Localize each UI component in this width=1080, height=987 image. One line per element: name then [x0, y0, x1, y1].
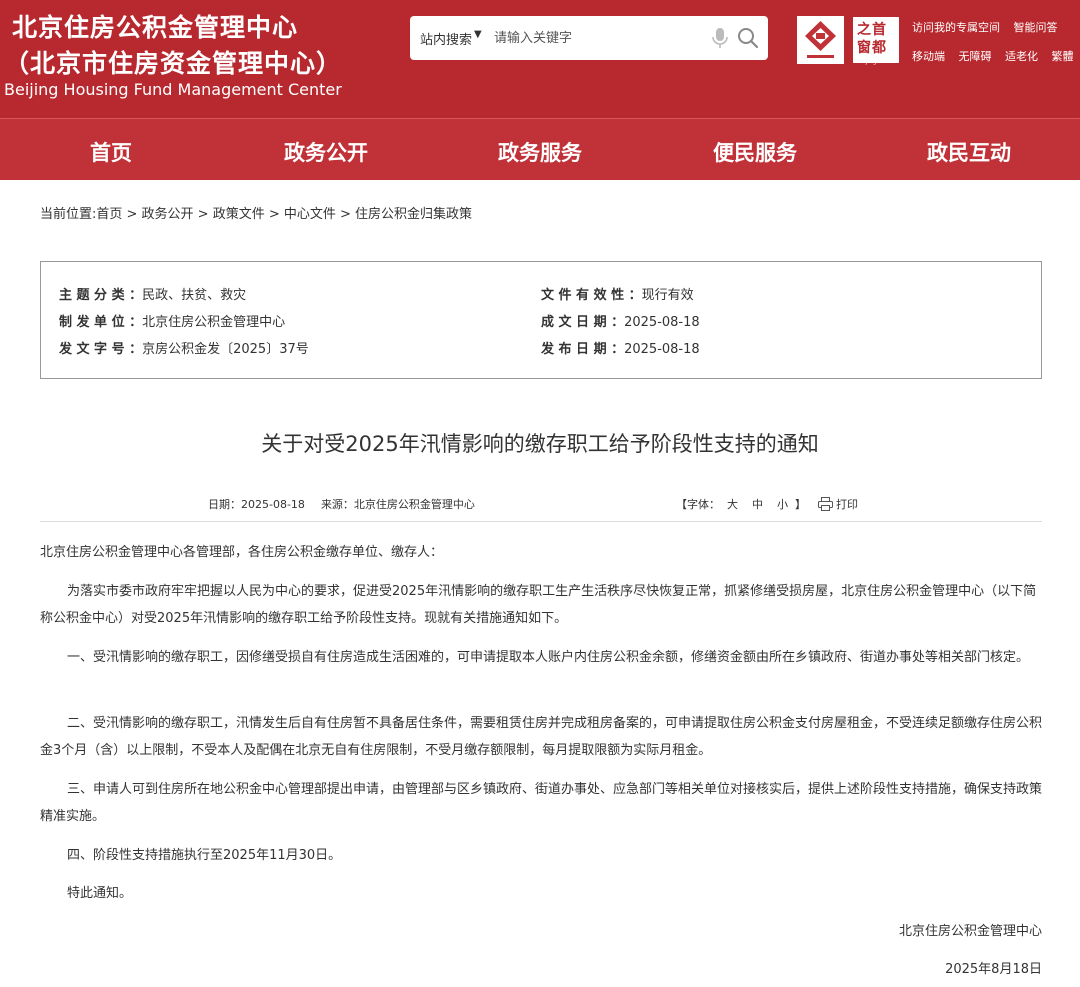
microphone-icon[interactable] [710, 26, 730, 50]
font-size-medium-button[interactable]: 中 [752, 498, 763, 511]
info-validity-value: 现行有效 [641, 288, 694, 303]
info-topic: 主 题 分 类 ：民政、扶贫、救灾 [59, 284, 246, 303]
nav-item-gov-services[interactable]: 政务服务 [498, 137, 582, 167]
capital-window-badge-en: Beijing·China [856, 58, 896, 65]
search-icon[interactable] [736, 26, 760, 50]
search-input[interactable] [494, 26, 694, 50]
article-date: 日期：2025-08-18 [208, 498, 305, 511]
info-published-value: 2025-08-18 [624, 342, 700, 357]
info-topic-label: 主 题 分 类 ： [59, 288, 143, 303]
capital-window-badge-top: 之首 [857, 22, 887, 38]
info-written-date: 成 文 日 期 ：2025-08-18 [541, 311, 700, 330]
info-published-date: 发 布 日 期 ：2025-08-18 [541, 338, 700, 357]
document-info-box: 主 题 分 类 ：民政、扶贫、救灾 制 发 单 位 ：北京住房公积金管理中心 发… [40, 261, 1042, 379]
font-size-large-button[interactable]: 大 [727, 498, 738, 511]
article-paragraph: 四、阶段性支持措施执行至2025年11月30日。 [67, 848, 342, 863]
info-doc-no: 发 文 字 号 ：京房公积金发〔2025〕37号 [59, 338, 309, 357]
chevron-down-icon[interactable]: ▼ [474, 29, 482, 40]
article-meta: 日期：2025-08-18 来源：北京住房公积金管理中心 [208, 496, 491, 512]
top-links-row2: 移动端 无障碍 适老化 繁體 [912, 48, 1080, 64]
info-validity: 文 件 有 效 性 ：现行有效 [541, 284, 694, 303]
traditional-chinese-link[interactable]: 繁體 [1052, 50, 1074, 63]
search-scope-select[interactable]: 站内搜索 [420, 29, 472, 48]
smart-qa-link[interactable]: 智能问答 [1014, 21, 1058, 34]
nav-item-gov-affairs-open[interactable]: 政务公开 [284, 137, 368, 167]
font-size-switcher: 【字体： 大 中 小】 [676, 496, 806, 512]
article-signature: 北京住房公积金管理中心 [898, 924, 1042, 939]
info-issuer: 制 发 单 位 ：北京住房公积金管理中心 [59, 311, 285, 330]
font-size-prefix: 【字体： [676, 498, 720, 511]
site-header: 北京住房公积金管理中心 （北京市住房资金管理中心） Beijing Housin… [0, 0, 1080, 118]
article-paragraph: 为落实市委市政府牢牢把握以人民为中心的要求，促进受2025年汛情影响的缴存职工生… [40, 584, 1037, 626]
print-button[interactable]: 打印 [818, 496, 858, 512]
main-nav: 首页 政务公开 政务服务 便民服务 政民互动 [0, 118, 1080, 180]
my-space-link[interactable]: 访问我的专属空间 [912, 21, 1000, 34]
site-title-en: Beijing Housing Fund Management Center [4, 80, 342, 99]
font-size-suffix: 】 [795, 498, 806, 511]
article-paragraph: 二、受汛情影响的缴存职工，汛情发生后自有住房暂不具备居住条件，需要租赁住房并完成… [40, 716, 1043, 758]
article-salutation: 北京住房公积金管理中心各管理部，各住房公积金缴存单位、缴存人： [40, 545, 444, 560]
mobile-link[interactable]: 移动端 [912, 50, 945, 63]
search-bar: 站内搜索 ▼ [410, 16, 768, 60]
info-validity-label: 文 件 有 效 性 ： [541, 288, 642, 303]
housing-fund-logo-icon [805, 21, 836, 58]
article-sign-date: 2025年8月18日 [945, 962, 1042, 977]
info-doc-no-value: 京房公积金发〔2025〕37号 [142, 342, 309, 357]
accessibility-link[interactable]: 无障碍 [959, 50, 992, 63]
print-label: 打印 [836, 498, 858, 511]
site-subtitle-cn[interactable]: （北京市住房资金管理中心） [4, 44, 342, 80]
article-paragraph: 特此通知。 [67, 886, 133, 901]
info-written-label: 成 文 日 期 ： [541, 315, 625, 330]
info-written-value: 2025-08-18 [624, 315, 700, 330]
article-paragraph: 三、申请人可到住房所在地公积金中心管理部提出申请，由管理部与区乡镇政府、街道办事… [40, 782, 1043, 824]
article-title: 关于对受2025年汛情影响的缴存职工给予阶段性支持的通知 [261, 432, 819, 456]
housing-fund-logo-badge[interactable] [797, 16, 844, 64]
nav-item-interaction[interactable]: 政民互动 [927, 137, 1011, 167]
capital-window-badge[interactable]: 之首 窗都 [852, 16, 900, 64]
article-paragraph: 一、受汛情影响的缴存职工，因修缮受损自有住房造成生活困难的，可申请提取本人账户内… [67, 650, 1030, 665]
capital-window-badge-bottom: 窗都 [857, 40, 887, 56]
top-links-row1: 访问我的专属空间 智能问答 [912, 19, 1068, 35]
printer-icon [818, 497, 833, 511]
nav-item-home[interactable]: 首页 [90, 137, 132, 167]
font-size-small-button[interactable]: 小 [777, 498, 788, 511]
breadcrumb[interactable]: 当前位置:首页 > 政务公开 > 政策文件 > 中心文件 > 住房公积金归集政策 [40, 203, 472, 222]
nav-item-public-services[interactable]: 便民服务 [713, 137, 797, 167]
info-topic-value: 民政、扶贫、救灾 [142, 288, 247, 303]
elderly-mode-link[interactable]: 适老化 [1005, 50, 1038, 63]
site-title-cn[interactable]: 北京住房公积金管理中心 [12, 8, 298, 44]
info-published-label: 发 布 日 期 ： [541, 342, 625, 357]
article-source: 来源：北京住房公积金管理中心 [320, 498, 475, 511]
article-divider [40, 521, 1042, 522]
info-doc-no-label: 发 文 字 号 ： [59, 342, 143, 357]
info-issuer-value: 北京住房公积金管理中心 [142, 315, 286, 330]
info-issuer-label: 制 发 单 位 ： [59, 315, 143, 330]
